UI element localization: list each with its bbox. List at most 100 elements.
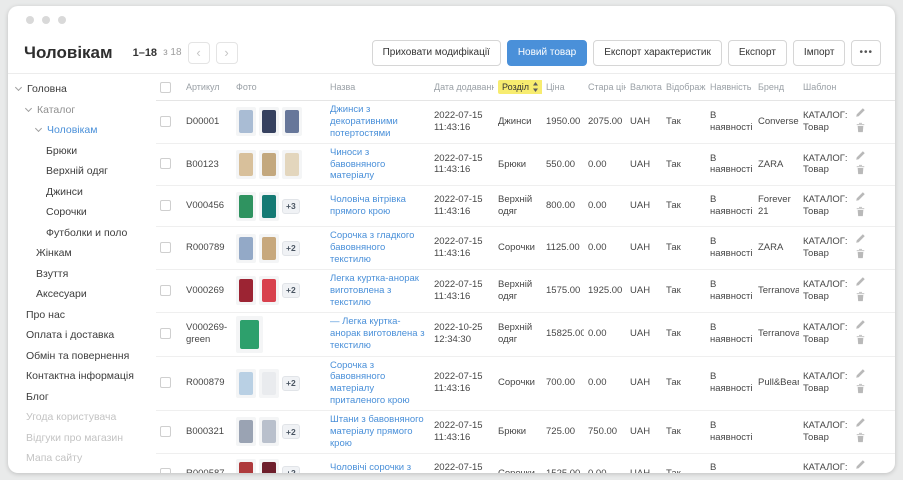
product-photo-thumbnail[interactable] bbox=[236, 459, 256, 473]
sidebar-item[interactable]: Взуття bbox=[8, 264, 156, 285]
product-photo-thumbnail[interactable] bbox=[236, 276, 256, 305]
window-control-dot[interactable] bbox=[58, 16, 66, 24]
column-header-photo[interactable]: Фото bbox=[232, 74, 326, 101]
new-product-button[interactable]: Новий товар bbox=[507, 40, 587, 66]
photo-more-badge[interactable]: +2 bbox=[282, 283, 300, 298]
row-checkbox[interactable] bbox=[160, 242, 171, 253]
export-button[interactable]: Експорт bbox=[728, 40, 787, 66]
product-name-link[interactable]: — Легка куртка-анорак виготовлена з текс… bbox=[330, 316, 426, 352]
import-button[interactable]: Імпорт bbox=[793, 40, 846, 66]
sidebar-item[interactable]: Контактна інформація bbox=[8, 366, 156, 387]
sidebar-item[interactable]: Чоловікам bbox=[8, 120, 156, 141]
delete-icon[interactable] bbox=[855, 291, 866, 302]
column-header-currency[interactable]: Валюта bbox=[626, 74, 662, 101]
edit-icon[interactable] bbox=[855, 368, 866, 379]
product-photo-thumbnail[interactable] bbox=[259, 417, 279, 446]
column-header-price[interactable]: Ціна bbox=[542, 74, 584, 101]
sidebar-item[interactable]: Блог bbox=[8, 387, 156, 408]
edit-icon[interactable] bbox=[855, 107, 866, 118]
prev-page-button[interactable]: ‹ bbox=[188, 42, 210, 64]
product-name-link[interactable]: Штани з бавовняного матеріалу прямого кр… bbox=[330, 414, 426, 450]
product-photo-thumbnail[interactable] bbox=[236, 107, 256, 136]
delete-icon[interactable] bbox=[855, 206, 866, 217]
product-photo-thumbnail[interactable] bbox=[259, 276, 279, 305]
photo-more-badge[interactable]: +2 bbox=[282, 241, 300, 256]
product-photo-thumbnail[interactable] bbox=[259, 107, 279, 136]
row-checkbox[interactable] bbox=[160, 426, 171, 437]
edit-icon[interactable] bbox=[855, 319, 866, 330]
column-header-section[interactable]: Розділ bbox=[494, 74, 542, 101]
product-photo-thumbnail[interactable] bbox=[282, 150, 302, 179]
photo-more-badge[interactable]: +3 bbox=[282, 199, 300, 214]
hide-modifications-button[interactable]: Приховати модифікації bbox=[372, 40, 501, 66]
next-page-button[interactable]: › bbox=[216, 42, 238, 64]
column-header-template[interactable]: Шаблон bbox=[799, 74, 851, 101]
photo-more-badge[interactable]: +2 bbox=[282, 376, 300, 391]
product-photo-thumbnail[interactable] bbox=[236, 417, 256, 446]
column-header-date[interactable]: Дата додавання bbox=[430, 74, 494, 101]
row-checkbox[interactable] bbox=[160, 200, 171, 211]
delete-icon[interactable] bbox=[855, 248, 866, 259]
delete-icon[interactable] bbox=[855, 164, 866, 175]
column-header-display[interactable]: Відображати bbox=[662, 74, 706, 101]
column-header-sku[interactable]: Артикул bbox=[182, 74, 232, 101]
edit-icon[interactable] bbox=[855, 191, 866, 202]
product-photo-thumbnail[interactable] bbox=[236, 316, 263, 353]
column-header-availability[interactable]: Наявність bbox=[706, 74, 754, 101]
window-control-dot[interactable] bbox=[42, 16, 50, 24]
sidebar-item[interactable]: Сорочки bbox=[8, 202, 156, 223]
product-photo-thumbnail[interactable] bbox=[236, 150, 256, 179]
sidebar-item[interactable]: Жінкам bbox=[8, 243, 156, 264]
edit-icon[interactable] bbox=[855, 459, 866, 470]
product-photo-thumbnail[interactable] bbox=[236, 234, 256, 263]
row-checkbox[interactable] bbox=[160, 285, 171, 296]
sidebar-item[interactable]: Аксесуари bbox=[8, 284, 156, 305]
column-header-name[interactable]: Назва bbox=[326, 74, 430, 101]
sidebar-item[interactable]: Угода користувача bbox=[8, 407, 156, 428]
sidebar-item[interactable]: Верхній одяг bbox=[8, 161, 156, 182]
product-name-link[interactable]: Сорочка з бавовняного матеріалу притален… bbox=[330, 360, 426, 408]
sidebar-item[interactable]: Футболки и поло bbox=[8, 223, 156, 244]
sidebar-item[interactable]: Про нас bbox=[8, 305, 156, 326]
product-photo-thumbnail[interactable] bbox=[259, 150, 279, 179]
delete-icon[interactable] bbox=[855, 334, 866, 345]
column-header-old-price[interactable]: Стара ціна bbox=[584, 74, 626, 101]
row-checkbox[interactable] bbox=[160, 468, 171, 473]
sidebar-item[interactable]: Оплата і доставка bbox=[8, 325, 156, 346]
product-photo-thumbnail[interactable] bbox=[236, 192, 256, 221]
product-photo-thumbnail[interactable] bbox=[282, 107, 302, 136]
photo-more-badge[interactable]: +2 bbox=[282, 424, 300, 439]
row-checkbox[interactable] bbox=[160, 328, 171, 339]
delete-icon[interactable] bbox=[855, 432, 866, 443]
sidebar-item[interactable]: Брюки bbox=[8, 141, 156, 162]
product-photo-thumbnail[interactable] bbox=[259, 234, 279, 263]
sidebar-item[interactable]: Відгуки про магазин bbox=[8, 428, 156, 449]
sidebar-item[interactable]: Обмін та повернення bbox=[8, 346, 156, 367]
sidebar-item[interactable]: Каталог bbox=[8, 100, 156, 121]
edit-icon[interactable] bbox=[855, 233, 866, 244]
product-name-link[interactable]: Чоловіча вітрівка прямого крою bbox=[330, 194, 426, 218]
delete-icon[interactable] bbox=[855, 122, 866, 133]
row-checkbox[interactable] bbox=[160, 158, 171, 169]
product-name-link[interactable]: Сорочка з гладкого бавовняного текстилю bbox=[330, 230, 426, 266]
product-photo-thumbnail[interactable] bbox=[236, 369, 256, 398]
product-name-link[interactable]: Легка куртка-анорак виготовлена з тексти… bbox=[330, 273, 426, 309]
product-name-link[interactable]: Чиноси з бавовняного матеріалу bbox=[330, 147, 426, 183]
row-checkbox[interactable] bbox=[160, 377, 171, 388]
product-name-link[interactable]: Чоловічі сорочки з легкого текстилю bbox=[330, 462, 426, 473]
delete-icon[interactable] bbox=[855, 383, 866, 394]
edit-icon[interactable] bbox=[855, 417, 866, 428]
product-photo-thumbnail[interactable] bbox=[259, 192, 279, 221]
sidebar-item[interactable]: Головна bbox=[8, 79, 156, 100]
product-photo-thumbnail[interactable] bbox=[259, 369, 279, 398]
edit-icon[interactable] bbox=[855, 150, 866, 161]
column-header-brand[interactable]: Бренд bbox=[754, 74, 799, 101]
window-control-dot[interactable] bbox=[26, 16, 34, 24]
more-actions-button[interactable]: ••• bbox=[851, 40, 881, 66]
select-all-checkbox[interactable] bbox=[160, 82, 171, 93]
sidebar-item[interactable]: Мапа сайту bbox=[8, 448, 156, 469]
product-photo-thumbnail[interactable] bbox=[259, 459, 279, 473]
row-checkbox[interactable] bbox=[160, 116, 171, 127]
edit-icon[interactable] bbox=[855, 276, 866, 287]
product-name-link[interactable]: Джинси з декоративними потертостями bbox=[330, 104, 426, 140]
